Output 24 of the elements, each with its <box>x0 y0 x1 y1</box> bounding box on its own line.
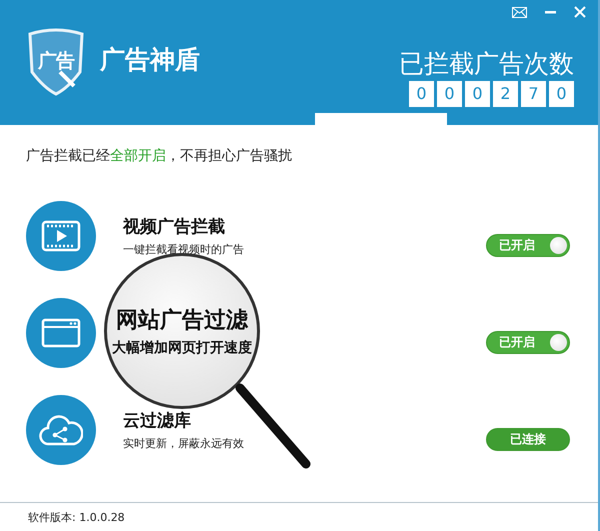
toggle-switch[interactable]: 已开启 <box>486 331 570 354</box>
video-icon <box>41 220 81 252</box>
counter-digit: 0 <box>409 80 434 106</box>
toggle-switch[interactable]: 已开启 <box>486 234 570 257</box>
counter-digit: 0 <box>465 80 490 106</box>
counter-digit: 7 <box>521 80 546 106</box>
counter-digit: 0 <box>549 80 574 106</box>
feature-title: 视频广告拦截 <box>123 216 226 238</box>
feature-subtitle: 大幅增加网页打开速度 <box>112 339 252 357</box>
counter-digit: 0 <box>437 80 462 106</box>
feature-subtitle: 实时更新，屏蔽永远有效 <box>123 436 245 450</box>
minimize-icon[interactable] <box>545 10 556 14</box>
feature-title: 网站广告过滤 <box>116 307 248 335</box>
feature-title: 云过滤库 <box>123 410 192 432</box>
browser-window-icon <box>41 318 81 348</box>
cloud-share-icon <box>39 414 83 446</box>
mail-icon[interactable] <box>512 6 527 18</box>
status-headline: 广告拦截已经全部开启，不再担心广告骚扰 <box>26 147 293 166</box>
status-button[interactable]: 已连接 <box>486 428 570 451</box>
counter-label: 已拦截广告次数 <box>399 48 574 78</box>
counter-digit: 2 <box>493 80 518 106</box>
app-name: 广告神盾 <box>100 44 200 76</box>
close-icon[interactable] <box>574 6 586 18</box>
version-label: 软件版本: 1.0.0.28 <box>28 510 125 524</box>
